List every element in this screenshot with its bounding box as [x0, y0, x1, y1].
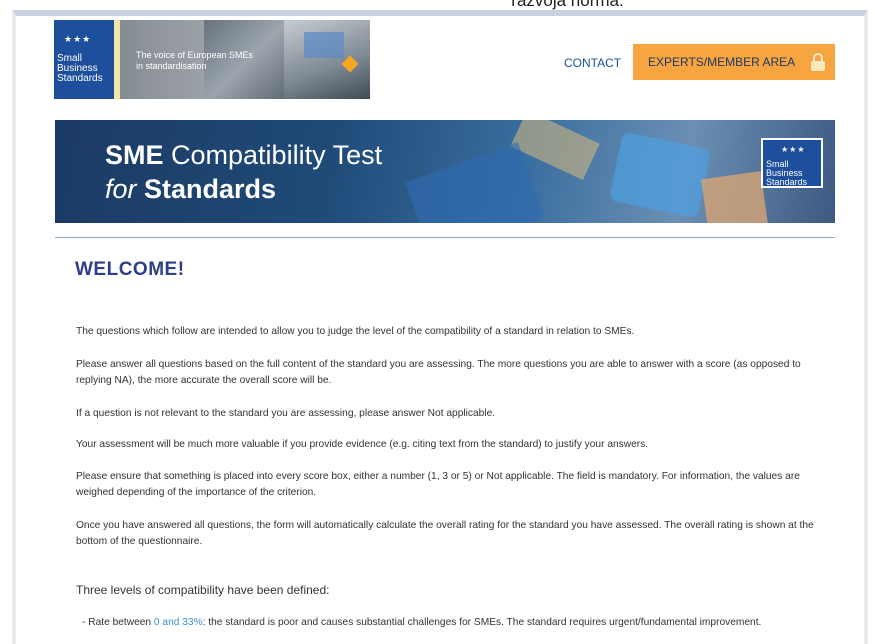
welcome-heading: WELCOME! [75, 259, 185, 280]
stars-icon: ★★★ [64, 34, 92, 44]
banner-title: SME Compatibility Test for Standards [105, 138, 382, 206]
banner-decoration [404, 141, 546, 223]
intro-paragraph: Please ensure that something is placed i… [76, 471, 800, 498]
rate-description: : the standard is poor and causes substa… [202, 617, 762, 628]
intro-paragraph: If a question is not relevant to the sta… [76, 408, 496, 419]
logo-badge-line: Standards [57, 73, 103, 84]
section-divider [55, 237, 835, 238]
experts-member-area-button[interactable]: EXPERTS/MEMBER AREA [633, 44, 835, 80]
rate-level-item: - Rate between 0 and 33%: the standard i… [82, 615, 822, 631]
contact-link[interactable]: CONTACT [564, 56, 621, 70]
intro-paragraph: Once you have answered all questions, th… [76, 520, 814, 547]
banner-logo: ★★★ Small Business Standards [761, 138, 823, 188]
banner-title-bold: SME [105, 140, 164, 170]
experts-button-label: EXPERTS/MEMBER AREA [648, 55, 796, 69]
logo-tagline-line: The voice of European SMEs [136, 50, 254, 60]
lock-icon [811, 53, 825, 71]
intro-paragraph: The questions which follow are intended … [76, 326, 635, 337]
logo-tagline-line: in standardisation [136, 61, 207, 71]
banner-decoration [608, 131, 712, 219]
hero-banner: SME Compatibility Test for Standards ★★★… [55, 120, 835, 223]
stars-icon: ★★★ [781, 145, 806, 154]
banner-decoration [701, 171, 769, 223]
intro-paragraph: Your assessment will be much more valuab… [76, 439, 649, 450]
site-logo[interactable]: ★★★ Small Business Standards The voice o… [54, 20, 370, 99]
levels-heading: Three levels of compatibility have been … [76, 583, 330, 597]
banner-subtitle-bold: Standards [136, 174, 277, 204]
intro-paragraph: Please answer all questions based on the… [76, 359, 801, 386]
logo-tagline: The voice of European SMEs in standardis… [136, 50, 253, 72]
banner-title-rest: Compatibility Test [163, 140, 383, 170]
logo-badge: ★★★ Small Business Standards [54, 20, 120, 99]
rate-prefix: - Rate between [82, 617, 154, 628]
logo-photo [304, 32, 344, 58]
banner-subtitle-italic: for [105, 174, 137, 204]
banner-logo-line: Standards [766, 177, 808, 187]
rate-range: 0 and 33% [153, 617, 203, 628]
